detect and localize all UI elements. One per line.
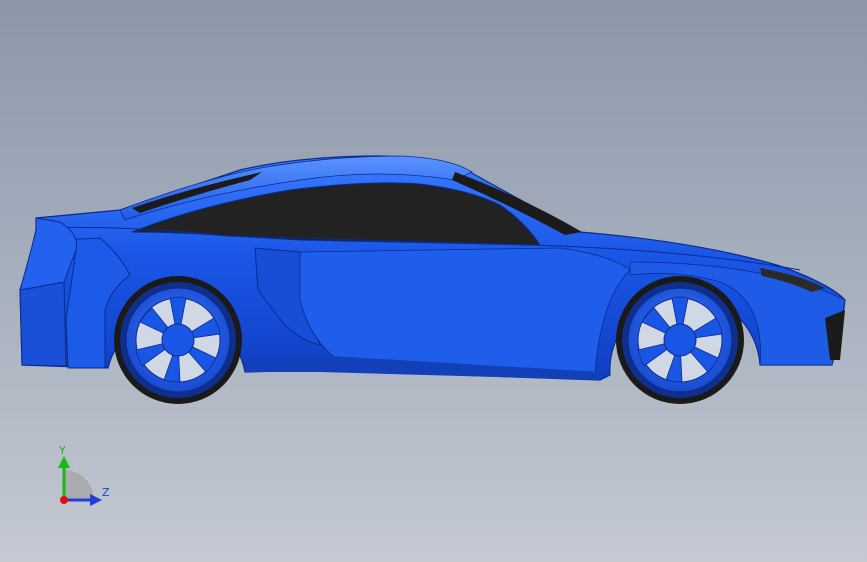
triad-plane-quadrant xyxy=(64,470,94,500)
graphics-viewport[interactable]: Y Z xyxy=(0,0,867,562)
door-panel xyxy=(299,247,631,376)
triad-origin xyxy=(60,496,68,504)
triad-y-label: Y xyxy=(59,444,66,457)
rear-wheel xyxy=(114,276,242,404)
triad-z-label: Z xyxy=(102,486,110,499)
triad-y-arrowhead xyxy=(58,456,70,468)
car-model-view[interactable] xyxy=(0,0,867,562)
rear-bumper xyxy=(19,281,67,367)
orientation-triad[interactable] xyxy=(58,456,102,506)
front-wheel xyxy=(616,276,744,404)
triad-z-arrowhead xyxy=(90,494,102,506)
